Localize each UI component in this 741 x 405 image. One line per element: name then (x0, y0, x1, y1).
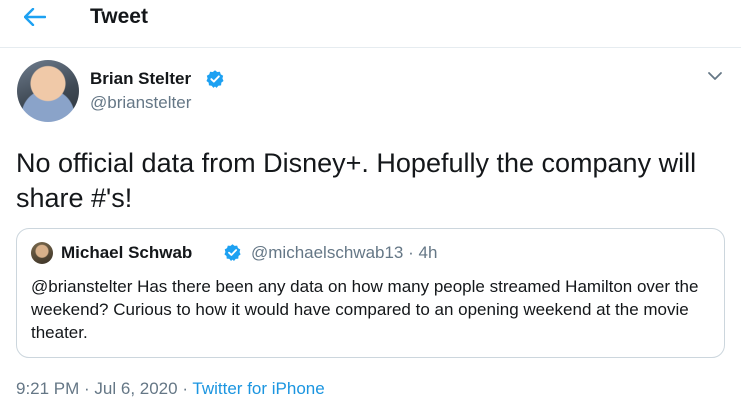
tweet-timestamp: 9:21 PM · Jul 6, 2020 · (16, 379, 188, 398)
verified-badge-icon (224, 244, 241, 261)
avatar[interactable] (17, 60, 79, 122)
back-button[interactable] (18, 4, 52, 30)
tweet-text: No official data from Disney+. Hopefully… (16, 148, 697, 213)
quoted-tweet[interactable]: Michael Schwab @michaelschwab13 · 4h @br… (16, 228, 725, 358)
quoted-meta: @michaelschwab13 · 4h (251, 243, 437, 263)
header: Tweet (0, 0, 741, 48)
author-handle[interactable]: @brianstelter (90, 93, 191, 113)
quoted-text: @brianstelter Has there been any data on… (31, 277, 699, 342)
quoted-avatar (31, 242, 53, 264)
tweet-meta: 9:21 PM · Jul 6, 2020 · Twitter for iPho… (16, 379, 325, 399)
chevron-down-icon[interactable] (704, 66, 726, 86)
quoted-author-name: Michael Schwab (61, 243, 193, 262)
page-title: Tweet (90, 5, 148, 28)
arrow-left-icon (24, 8, 46, 26)
verified-badge-icon (206, 70, 224, 88)
quoted-author-handle: @michaelschwab13 (251, 243, 404, 262)
meta-separator: · (408, 243, 414, 262)
quoted-time: 4h (418, 243, 438, 262)
author-name[interactable]: Brian Stelter (90, 69, 191, 89)
tweet-source-link[interactable]: Twitter for iPhone (192, 379, 324, 398)
